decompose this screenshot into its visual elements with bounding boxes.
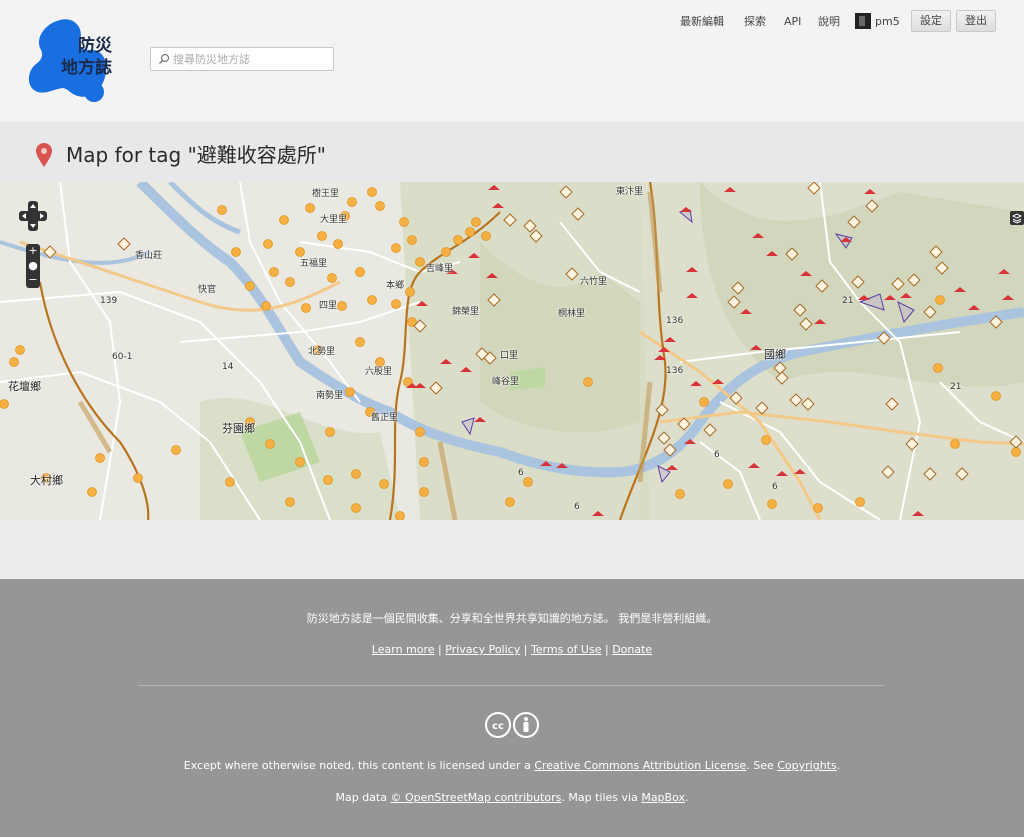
map-label: 芬園鄉 <box>222 422 255 435</box>
map-label: 花壇鄉 <box>8 380 41 393</box>
copyrights-link[interactable]: Copyrights <box>777 759 836 772</box>
map-label: 139 <box>100 296 118 306</box>
site-header: 防災 地方誌 最新編輯 探索 API 說明 pm5 設定 登出 <box>0 0 1024 123</box>
nav-explore[interactable]: 探索 <box>744 13 766 31</box>
map-data-line: Map data © OpenStreetMap contributors. M… <box>0 791 1024 804</box>
footer-tagline: 防災地方誌是一個民間收集、分享和全世界共享知識的地方誌。 我們是非營利組織。 <box>306 612 718 625</box>
map-pin-icon <box>36 143 52 167</box>
map-label: 六竹里 <box>580 277 608 287</box>
user-avatar[interactable] <box>855 13 871 29</box>
page-title: Map for tag "避難收容處所" <box>66 143 326 167</box>
map-label: 桐林里 <box>558 309 586 319</box>
map-label: 五福里 <box>300 259 328 269</box>
map-label: 60-1 <box>112 352 133 362</box>
osm-link[interactable]: © OpenStreetMap contributors <box>390 791 561 804</box>
map-label: 6 <box>574 502 580 512</box>
license-prefix: Except where otherwise noted, this conte… <box>183 759 535 772</box>
map-label: 口里 <box>500 351 519 361</box>
creative-commons-icon: cc <box>485 712 539 738</box>
footer-divider <box>138 685 885 686</box>
zoom-in-icon[interactable]: + <box>26 245 40 257</box>
nav-recent-edits[interactable]: 最新編輯 <box>680 13 724 31</box>
svg-text:cc: cc <box>492 721 504 732</box>
mapdata-prefix: Map data <box>335 791 391 804</box>
map-label: 本鄉 <box>386 281 405 291</box>
map-label: 錦榮里 <box>452 307 480 317</box>
license-line: Except where otherwise noted, this conte… <box>0 759 1024 772</box>
link-separator: | <box>438 643 442 656</box>
privacy-policy-link[interactable]: Privacy Policy <box>445 643 520 656</box>
terms-of-use-link[interactable]: Terms of Use <box>531 643 602 656</box>
link-separator: | <box>523 643 528 656</box>
map-label: 大里里 <box>320 215 348 225</box>
pan-control-icon[interactable] <box>19 201 47 231</box>
map-label: 舊正里 <box>371 413 399 423</box>
nav-api[interactable]: API <box>784 13 801 31</box>
license-mid: . See <box>746 759 778 772</box>
mapdata-suffix: . <box>685 791 689 804</box>
map-label: 14 <box>222 362 234 372</box>
map-label: 六股里 <box>365 367 393 377</box>
map-label: 大村鄉 <box>30 474 63 487</box>
zoom-control: + ● − <box>26 244 40 288</box>
link-separator: | <box>604 643 609 656</box>
site-footer: 防災地方誌是一個民間收集、分享和全世界共享知識的地方誌。 我們是非營利組織。 L… <box>0 579 1024 837</box>
world-icon[interactable]: ● <box>26 260 40 272</box>
logo-text-line2: 地方誌 <box>61 58 112 78</box>
map-label: 136 <box>666 316 684 326</box>
map-label: 快官 <box>198 285 217 295</box>
mapdata-mid: . Map tiles via <box>561 791 642 804</box>
cc-license-link[interactable]: Creative Commons Attribution License <box>534 759 746 772</box>
site-logo[interactable]: 防災 地方誌 <box>26 18 116 106</box>
search-icon <box>159 53 170 64</box>
zoom-out-icon[interactable]: − <box>26 274 40 286</box>
map-label: 136 <box>666 366 684 376</box>
map-label: 6 <box>518 468 524 478</box>
logout-button[interactable]: 登出 <box>956 10 996 32</box>
map-view[interactable]: 樹王里 大里里 香山莊 快官 五福里 吉峰里 本鄉 六竹里 錦榮里 桐林里 四里… <box>0 182 1024 520</box>
search-box[interactable] <box>150 47 334 71</box>
map-label: 東汴里 <box>616 187 644 197</box>
map-label: 樹王里 <box>312 189 340 199</box>
learn-more-link[interactable]: Learn more <box>372 643 435 656</box>
license-suffix: . <box>836 759 841 772</box>
layers-icon[interactable] <box>1010 211 1024 225</box>
map-label: 國鄉 <box>764 348 786 361</box>
map-label: 6 <box>772 482 778 492</box>
donate-link[interactable]: Donate <box>612 643 652 656</box>
map-label: 南勢里 <box>316 391 344 401</box>
map-label: 北勢里 <box>308 347 336 357</box>
settings-button[interactable]: 設定 <box>911 10 951 32</box>
map-label: 21 <box>950 382 962 392</box>
mapbox-link[interactable]: MapBox <box>641 791 685 804</box>
logo-text-line1: 防災 <box>78 36 112 56</box>
map-label: 峰谷里 <box>492 377 520 387</box>
nav-help[interactable]: 說明 <box>818 13 840 31</box>
map-label: 香山莊 <box>135 251 163 261</box>
map-label: 21 <box>842 296 854 306</box>
footer-links: Learn more | Privacy Policy | Terms of U… <box>0 643 1024 656</box>
map-label: 四里 <box>319 301 338 311</box>
map-label: 6 <box>714 450 720 460</box>
search-input[interactable] <box>173 50 328 68</box>
nav-username[interactable]: pm5 <box>875 13 900 31</box>
map-label: 吉峰里 <box>426 264 454 274</box>
